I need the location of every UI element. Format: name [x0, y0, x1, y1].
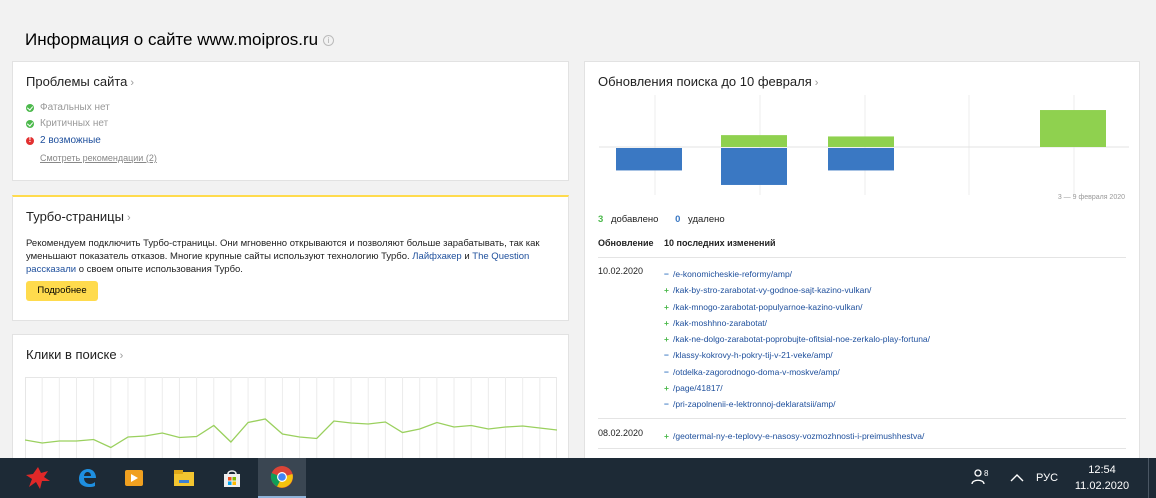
- info-icon[interactable]: i: [323, 35, 335, 46]
- change-url[interactable]: /pri-zapolnenii-e-lektronnoj-deklaratsii…: [673, 399, 836, 409]
- removed-count: 0: [675, 214, 681, 225]
- clicks-series-line: [25, 418, 557, 449]
- updates-chart: [599, 95, 1129, 195]
- problem-possible[interactable]: 2 возможные: [26, 135, 101, 146]
- change-item[interactable]: −/pri-zapolnenii-e-lektronnoj-deklaratsi…: [664, 396, 930, 412]
- change-item[interactable]: + /kak-mnogo-zarabotat-populyarnoe-kazino…: [664, 299, 930, 315]
- file-explorer-icon[interactable]: [160, 458, 208, 498]
- turbo-card: Турбо-страницы › Рекомендуем подключить Т…: [12, 195, 569, 321]
- chevron-right-icon: ›: [814, 77, 819, 89]
- recommendations-link[interactable]: Смотреть рекомендации (2): [40, 153, 157, 163]
- taskbar: 8 РУС 12:54 11.02.2020: [0, 458, 1156, 498]
- svg-text:8: 8: [984, 469, 989, 478]
- change-url[interactable]: /e-konomicheskie-reformy/amp/: [673, 269, 792, 279]
- chevron-right-icon: ›: [130, 77, 135, 89]
- change-item[interactable]: −/otdelka-zagorodnogo-doma-v-moskve/amp/: [664, 364, 930, 380]
- group-date: 08.02.2020: [598, 428, 644, 438]
- language-indicator[interactable]: РУС: [1036, 472, 1058, 484]
- error-icon: [26, 135, 34, 145]
- removed-bar: [828, 148, 894, 171]
- change-url[interactable]: /kak-moshhno-zarabotat/: [673, 318, 767, 328]
- removed-label: удалено: [688, 214, 725, 225]
- antivirus-icon[interactable]: [14, 458, 62, 498]
- check-icon: [26, 119, 34, 128]
- removed-sign: −: [664, 350, 669, 361]
- change-item[interactable]: + /kak-by-stro-zarabotat-vy-godnoe-sajt-k…: [664, 282, 930, 298]
- show-desktop-button[interactable]: [1148, 458, 1156, 498]
- problems-title[interactable]: Проблемы сайта ›: [26, 74, 134, 89]
- col-changes-header: 10 последних изменений: [664, 238, 776, 248]
- problem-fatal: Фатальных нет: [26, 102, 110, 113]
- change-url[interactable]: /kak-by-stro-zarabotat-vy-godnoe-sajt-ka…: [673, 285, 871, 295]
- page-title-text: Информация о сайте www.moipros.ru: [25, 30, 319, 49]
- change-item[interactable]: + /kak-moshhno-zarabotat/: [664, 315, 930, 331]
- clock-time: 12:54: [1088, 464, 1116, 476]
- change-item[interactable]: + /kak-ne-dolgo-zarabotat-poprobujte-ofit…: [664, 331, 930, 347]
- divider: [598, 418, 1126, 419]
- removed-sign: −: [664, 399, 669, 410]
- change-item[interactable]: + /geotermal-ny-e-teplovy-e-nasosy-vozmoz…: [664, 428, 924, 444]
- search-updates-title[interactable]: Обновления поиска до 10 февраля ›: [598, 74, 818, 89]
- added-sign: +: [664, 334, 669, 345]
- chrome-icon[interactable]: [258, 458, 306, 498]
- removed-sign: −: [664, 269, 669, 279]
- date-range-label: 3 — 9 февраля 2020: [1057, 194, 1125, 201]
- changes-list: + /geotermal-ny-e-teplovy-e-nasosy-vozmoz…: [664, 428, 924, 444]
- change-url[interactable]: /kak-mnogo-zarabotat-populyarnoe-kazino-…: [673, 302, 862, 312]
- clicks-title[interactable]: Клики в поиске ›: [26, 347, 123, 362]
- divider: [598, 257, 1126, 258]
- chevron-up-icon[interactable]: [1010, 470, 1024, 488]
- added-bar: [1040, 110, 1106, 147]
- page-title: Информация о сайте www.moipros.ru i: [25, 30, 335, 50]
- chart-frame: [25, 377, 557, 459]
- clock-date: 11.02.2020: [1074, 480, 1130, 492]
- summary: 3 добавлено 0 удалено: [598, 214, 725, 225]
- people-icon[interactable]: 8: [970, 467, 992, 490]
- added-sign: +: [664, 285, 669, 296]
- page: Информация о сайте www.moipros.ru i Пробл…: [0, 0, 1156, 459]
- change-url[interactable]: /kak-ne-dolgo-zarabotat-poprobujte-ofits…: [673, 334, 930, 344]
- added-sign: +: [664, 301, 669, 312]
- added-sign: +: [664, 431, 669, 441]
- removed-sign: −: [664, 366, 669, 377]
- store-icon[interactable]: [208, 458, 256, 498]
- added-label: добавлено: [610, 214, 659, 225]
- problems-card: Проблемы сайта › Фатальных нет Критичных …: [12, 61, 569, 181]
- added-count: 3: [598, 214, 604, 225]
- added-bar: [721, 135, 787, 147]
- search-updates-card: Обновления поиска до 10 февраля › 3 — 9 ф…: [584, 61, 1140, 458]
- chevron-right-icon: ›: [119, 350, 124, 362]
- turbo-text: Рекомендуем подключить Турбо-страницы. О…: [26, 238, 540, 275]
- details-button[interactable]: Подробнее: [26, 281, 98, 301]
- problem-critical: Критичных нет: [26, 118, 108, 129]
- change-url[interactable]: /geotermal-ny-e-teplovy-e-nasosy-vozmozh…: [673, 431, 924, 441]
- turbo-title[interactable]: Турбо-страницы ›: [26, 209, 131, 224]
- added-bar: [828, 136, 894, 147]
- group-date: 10.02.2020: [598, 266, 644, 276]
- divider: [598, 448, 1126, 449]
- clock[interactable]: 12:54 11.02.2020: [1072, 462, 1132, 494]
- check-icon: [26, 103, 34, 112]
- clicks-chart: [25, 377, 557, 459]
- edge-icon[interactable]: [63, 458, 111, 498]
- changes-list: −/e-konomicheskie-reformy/amp/+/kak-by-s…: [664, 266, 930, 413]
- lifehacker-link[interactable]: Лайфхакер: [412, 251, 461, 262]
- removed-bar: [721, 148, 787, 185]
- change-item[interactable]: −/klassy-kokrovy-h-pokry-tij-v-21-veke/a…: [664, 347, 930, 363]
- change-item[interactable]: −/e-konomicheskie-reformy/amp/: [664, 266, 930, 282]
- change-item[interactable]: + /page/41817/: [664, 380, 930, 396]
- chevron-right-icon: ›: [126, 212, 131, 224]
- change-url[interactable]: /otdelka-zagorodnogo-doma-v-moskve/amp/: [673, 367, 840, 377]
- col-update-header: Обновление: [598, 238, 654, 248]
- media-player-icon[interactable]: [110, 458, 158, 498]
- removed-bar: [616, 148, 682, 171]
- change-url[interactable]: /page/41817/: [673, 383, 723, 393]
- added-sign: +: [664, 383, 669, 394]
- change-url[interactable]: /klassy-kokrovy-h-pokry-tij-v-21-veke/am…: [673, 350, 833, 360]
- added-sign: +: [664, 317, 669, 328]
- clicks-card: Клики в поиске ›: [12, 334, 569, 459]
